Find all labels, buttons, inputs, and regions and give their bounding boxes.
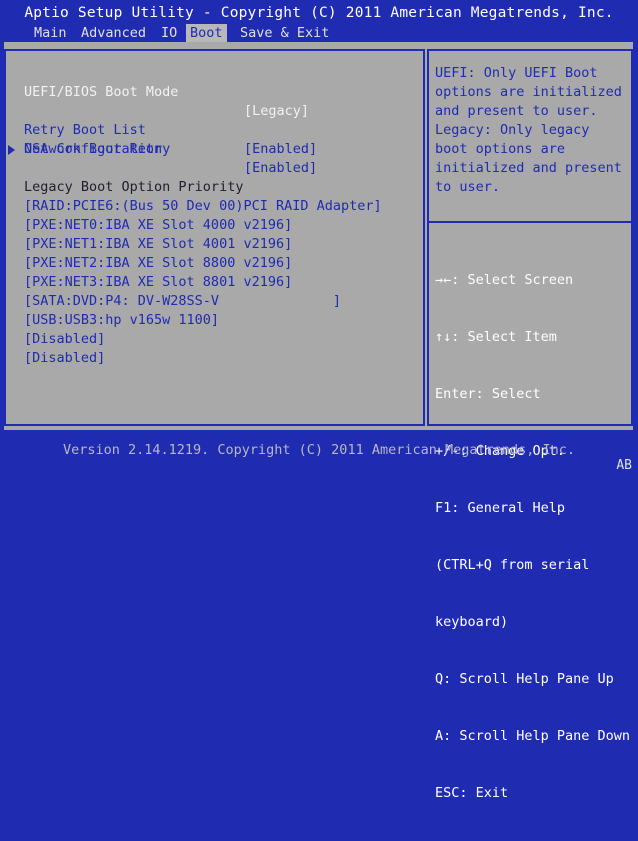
tab-io[interactable]: IO: [157, 24, 181, 42]
retry-boot-list-value[interactable]: [Enabled]: [244, 140, 317, 159]
key-select-screen: →←: Select Screen: [435, 272, 574, 288]
boot-priority-heading: Legacy Boot Option Priority: [24, 179, 244, 195]
tab-advanced[interactable]: Advanced: [77, 24, 150, 42]
help-line: UEFI: Only UEFI Boot: [435, 65, 598, 81]
post-code: AB: [616, 458, 632, 473]
osa-configuration-link[interactable]: OSA Configuration: [24, 140, 162, 159]
key-scroll-down: A: Scroll Help Pane Down: [435, 728, 631, 744]
help-line: to user.: [435, 179, 501, 195]
key-scroll-up: Q: Scroll Help Pane Up: [435, 671, 614, 687]
boot-option-6[interactable]: [SATA:DVD:P4: DV-W28SS-V ]: [24, 292, 341, 311]
boot-option-1[interactable]: [RAID:PCIE6:(Bus 50 Dev 00)PCI RAID Adap…: [24, 197, 382, 216]
menu-bar: Main Advanced IO Boot Save & Exit: [0, 24, 638, 42]
network-boot-retry-value[interactable]: [Enabled]: [244, 159, 317, 178]
key-legend: →←: Select Screen ↑↓: Select Item Enter:…: [435, 233, 630, 841]
help-pane: UEFI: Only UEFI Boot options are initial…: [427, 49, 633, 801]
help-line: initialized and present: [435, 160, 622, 176]
tab-main[interactable]: Main: [30, 24, 71, 42]
boot-option-9[interactable]: [Disabled]: [24, 349, 105, 368]
tab-boot[interactable]: Boot: [186, 24, 227, 42]
help-line: Legacy: Only legacy: [435, 122, 590, 138]
boot-option-2[interactable]: [PXE:NET0:IBA XE Slot 4000 v2196]: [24, 216, 292, 235]
key-ctrl-q: (CTRL+Q from serial: [435, 557, 590, 573]
boot-option-5[interactable]: [PXE:NET3:IBA XE Slot 8801 v2196]: [24, 273, 292, 292]
boot-mode-label: UEFI/BIOS Boot Mode: [24, 84, 179, 100]
submenu-arrow-icon: [8, 145, 15, 155]
boot-option-4[interactable]: [PXE:NET2:IBA XE Slot 8800 v2196]: [24, 254, 292, 273]
boot-option-3[interactable]: [PXE:NET1:IBA XE Slot 4001 v2196]: [24, 235, 292, 254]
help-line: boot options are: [435, 141, 566, 157]
key-general-help: F1: General Help: [435, 500, 566, 516]
settings-pane: UEFI/BIOS Boot Mode [Legacy] Retry Boot …: [4, 49, 425, 426]
help-divider: [429, 221, 631, 223]
boot-option-8[interactable]: [Disabled]: [24, 330, 105, 349]
tab-save-exit[interactable]: Save & Exit: [236, 24, 333, 42]
key-keyboard: keyboard): [435, 614, 509, 630]
boot-mode-value[interactable]: [Legacy]: [244, 102, 309, 121]
help-line: and present to user.: [435, 103, 598, 119]
help-line: options are initialized: [435, 84, 622, 100]
window-title: Aptio Setup Utility - Copyright (C) 2011…: [24, 5, 614, 21]
key-select-item: ↑↓: Select Item: [435, 329, 557, 345]
key-enter: Enter: Select: [435, 386, 541, 402]
key-exit: ESC: Exit: [435, 785, 509, 801]
boot-option-7[interactable]: [USB:USB3:hp v165w 1100]: [24, 311, 219, 330]
version-footer: Version 2.14.1219. Copyright (C) 2011 Am…: [62, 442, 576, 458]
setup-panel: UEFI/BIOS Boot Mode [Legacy] Retry Boot …: [4, 42, 633, 801]
